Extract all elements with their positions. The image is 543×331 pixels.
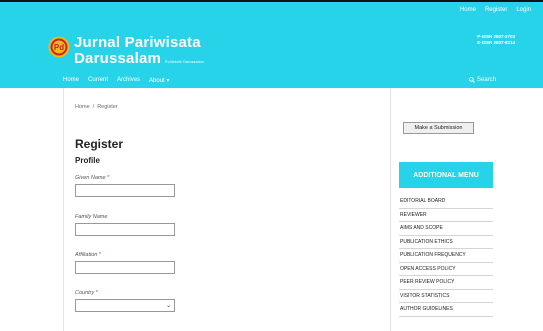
affiliation-label: Affiliation *	[75, 252, 101, 258]
sidebar-divider	[390, 88, 391, 331]
nav-home[interactable]: Home	[63, 77, 79, 84]
search-link[interactable]: Search	[469, 77, 496, 83]
additional-menu-header: ADDITIONAL MENU	[399, 162, 493, 188]
required-marker: *	[107, 175, 110, 181]
search-icon	[469, 77, 475, 83]
journal-title-line2-text: Darussalam	[74, 50, 162, 67]
nav-current[interactable]: Current	[88, 77, 108, 84]
user-nav: Home Register Login	[460, 7, 531, 13]
primary-nav: Home Current Archives About ▾ Search	[0, 74, 543, 88]
pd-logo-icon[interactable]: Pd	[48, 36, 70, 58]
top-link-login[interactable]: Login	[516, 7, 531, 13]
journal-title-line2[interactable]: Darussalam Politeknik Darussalam	[74, 50, 204, 67]
family-name-input[interactable]	[75, 223, 175, 236]
menu-item-open-access-policy[interactable]: OPEN ACCESS POLICY	[399, 263, 493, 276]
top-link-home[interactable]: Home	[460, 7, 476, 13]
nav-about[interactable]: About ▾	[149, 77, 169, 84]
family-name-label: Family Name	[75, 214, 107, 220]
menu-item-author-guidelines[interactable]: AUTHOR GUIDELINES	[399, 303, 493, 317]
required-marker: *	[98, 252, 101, 258]
issn-block: P-ISSN 2807-2703 E-ISSN 2807-8214	[477, 34, 515, 46]
given-name-label: Given Name *	[75, 175, 109, 181]
top-link-register[interactable]: Register	[485, 7, 507, 13]
section-title-profile: Profile	[75, 156, 100, 165]
additional-menu-list: EDITORIAL BOARD REVIEWER AIMS AND SCOPE …	[399, 195, 493, 317]
menu-item-publication-frequency[interactable]: PUBLICATION FREQUENCY	[399, 249, 493, 263]
menu-item-aims-and-scope[interactable]: AIMS AND SCOPE	[399, 222, 493, 236]
country-label-text: Country	[75, 290, 95, 296]
required-marker: *	[95, 290, 98, 296]
breadcrumb-home[interactable]: Home	[75, 104, 90, 110]
chevron-down-icon: ⌄	[165, 303, 171, 309]
menu-item-peer-review-policy[interactable]: PEER REVIEW POLICY	[399, 276, 493, 290]
affiliation-input[interactable]	[75, 261, 175, 274]
menu-item-publication-ethics[interactable]: PUBLICATION ETHICS	[399, 236, 493, 249]
breadcrumb-current: Register	[97, 104, 118, 110]
family-name-label-text: Family Name	[75, 214, 108, 220]
make-submission-button[interactable]: Make a Submission	[403, 122, 474, 134]
logo-letters: Pd	[54, 43, 64, 52]
nav-archives[interactable]: Archives	[117, 77, 140, 84]
affiliation-label-text: Affiliation	[75, 252, 98, 258]
issn-online: E-ISSN 2807-8214	[477, 40, 515, 45]
menu-item-reviewer[interactable]: REVIEWER	[399, 209, 493, 222]
menu-item-visitor-statistics[interactable]: VISITOR STATISTICS	[399, 290, 493, 303]
content-divider	[63, 88, 64, 331]
window-border	[0, 0, 543, 2]
given-name-label-text: Given Name	[75, 175, 106, 181]
journal-title-line1[interactable]: Jurnal Pariwisata	[74, 34, 201, 51]
country-select[interactable]: ⌄	[75, 299, 175, 312]
breadcrumb: Home / Register	[75, 104, 118, 110]
page-title: Register	[75, 137, 124, 151]
given-name-input[interactable]	[75, 184, 175, 197]
country-label: Country *	[75, 290, 98, 296]
journal-subtitle: Politeknik Darussalam	[165, 60, 204, 64]
breadcrumb-separator: /	[92, 104, 95, 110]
menu-item-editorial-board[interactable]: EDITORIAL BOARD	[399, 195, 493, 209]
search-label: Search	[476, 77, 496, 83]
